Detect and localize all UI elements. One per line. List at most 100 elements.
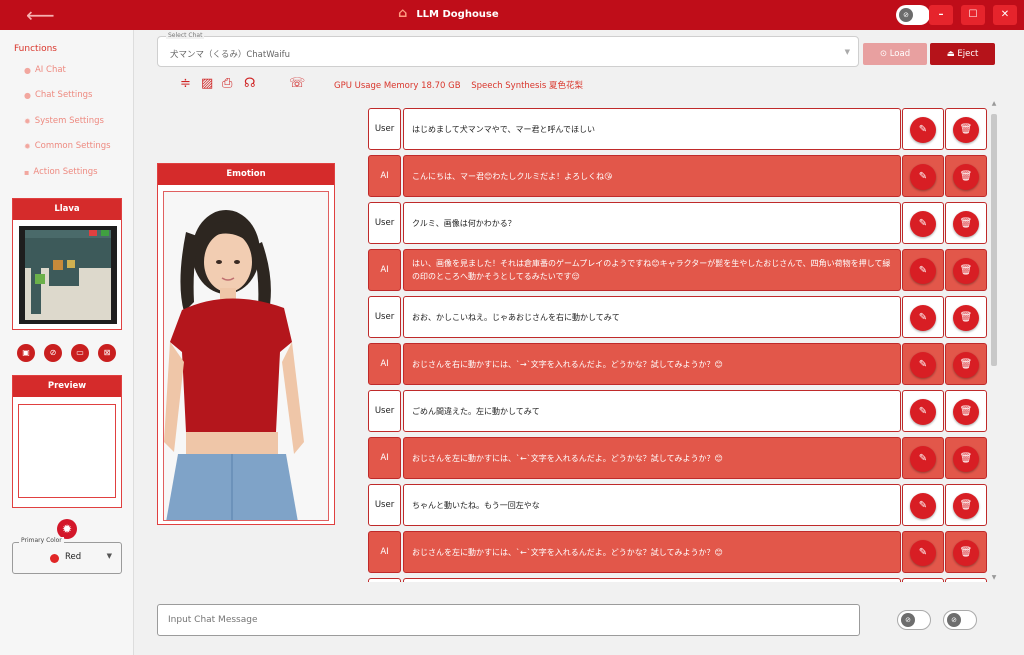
sidebar-item-chat-settings[interactable]: ● Chat Settings: [24, 90, 92, 100]
chat-select-label: Select Chat: [166, 32, 205, 39]
llava-panel-title: Llava: [13, 199, 121, 220]
role-label: User: [368, 202, 401, 244]
message-text: はい、画像を見ました！それは倉庫番のゲームプレイのようですね😊キャラクターが髭を…: [403, 249, 901, 291]
message-body: はじめまして犬マンマやで、マー君と呼んでほしい: [412, 124, 596, 134]
window-icon[interactable]: ▭: [71, 344, 89, 362]
theme-toggle[interactable]: ⊘: [896, 5, 930, 25]
edit-icon[interactable]: ✎: [910, 540, 936, 566]
edit-icon[interactable]: ✎: [910, 211, 936, 237]
message-body: おじさんを左に動かすには、`←`文字を入れるんだよ。どうかな？試してみようか？😊: [412, 453, 723, 463]
people-icon: ●: [24, 90, 31, 100]
message-text: [403, 578, 901, 582]
chat-input[interactable]: [157, 604, 860, 636]
chat-row: User おお、かしこいねえ。じゃあおじさんを右に動かしてみて ✎ 🗑: [368, 296, 990, 338]
edit-cell: ✎: [902, 343, 944, 385]
edit-icon[interactable]: ✎: [910, 352, 936, 378]
trash-icon[interactable]: 🗑: [953, 446, 979, 472]
chat-select-value: 犬マンマ（くるみ）ChatWaifu: [170, 50, 291, 60]
trash-icon[interactable]: 🗑: [953, 117, 979, 143]
arrow-left-icon[interactable]: ⟵: [26, 5, 55, 25]
trash-icon[interactable]: 🗑: [953, 258, 979, 284]
image-off-icon[interactable]: ⊠: [98, 344, 116, 362]
chat-row: User クルミ、画像は何かわかる？ ✎ 🗑: [368, 202, 990, 244]
maximize-button[interactable]: ☐: [961, 5, 985, 25]
gear-icon[interactable]: ✹: [57, 519, 77, 539]
title-bar: ⟵ ⌂ LLM Doghouse ⊘ – ☐ ✕: [0, 0, 1024, 30]
image-icon[interactable]: ▨: [201, 77, 213, 91]
emotion-panel: Emotion: [157, 163, 335, 525]
chat-scrollbar[interactable]: ▲ ▼: [990, 100, 998, 584]
role-label: [368, 578, 401, 582]
edit-icon[interactable]: ✎: [910, 446, 936, 472]
sidebar-item-action-settings[interactable]: ▪ Action Settings: [24, 167, 98, 177]
home-icon: ⌂: [398, 6, 408, 21]
load-button-label: Load: [889, 49, 911, 59]
speaker-toggle[interactable]: ⊘: [943, 610, 977, 630]
edit-cell: ✎: [902, 296, 944, 338]
chat-select[interactable]: Select Chat 犬マンマ（くるみ）ChatWaifu ▼: [157, 32, 859, 67]
screen-capture-icon[interactable]: ▣: [17, 344, 35, 362]
edit-icon[interactable]: ✎: [910, 258, 936, 284]
message-text: こんにちは、マー君😊わたしクルミだよ！よろしくね😘: [403, 155, 901, 197]
chevron-down-icon: ▼: [844, 48, 850, 56]
role-label: AI: [368, 531, 401, 573]
trash-icon[interactable]: 🗑: [953, 540, 979, 566]
scroll-up-icon[interactable]: ▲: [990, 100, 998, 108]
message-text: おじさんを右に動かすには、`→`文字を入れるんだよ。どうかな？試してみようか？😊: [403, 343, 901, 385]
voice-icon[interactable]: ☊: [244, 77, 256, 91]
sidebar-item-label: Action Settings: [33, 167, 98, 177]
app-window: ⟵ ⌂ LLM Doghouse ⊘ – ☐ ✕ Functions ● AI C…: [0, 0, 1024, 655]
load-button[interactable]: ⊙ Load: [863, 43, 927, 65]
emotion-panel-title: Emotion: [158, 164, 334, 185]
app-title: ⌂ LLM Doghouse: [398, 6, 499, 21]
message-body: はい、画像を見ました！それは倉庫番のゲームプレイのようですね😊キャラクターが髭を…: [412, 259, 891, 281]
trash-icon[interactable]: 🗑: [953, 399, 979, 425]
preview-panel-title: Preview: [13, 376, 121, 397]
edit-cell: ✎: [902, 202, 944, 244]
sidebar-item-ai-chat[interactable]: ● AI Chat: [24, 65, 66, 75]
trash-icon[interactable]: 🗑: [953, 211, 979, 237]
edit-icon[interactable]: ✎: [910, 399, 936, 425]
trash-icon[interactable]: 🗑: [953, 493, 979, 519]
scroll-thumb[interactable]: [991, 114, 997, 366]
message-text: ちゃんと動いたね。もう一回左やな: [403, 484, 901, 526]
app-title-text: LLM Doghouse: [416, 8, 499, 20]
preview-area: [18, 404, 116, 498]
mic-toggle[interactable]: ⊘: [897, 610, 931, 630]
timer-off-icon[interactable]: ⊘: [44, 344, 62, 362]
primary-color-select[interactable]: Primary Color Red ▼: [12, 537, 122, 574]
trash-icon[interactable]: 🗑: [953, 305, 979, 331]
chat-row: User はじめまして犬マンマやで、マー君と呼んでほしい ✎ 🗑: [368, 108, 990, 150]
character-illustration: [164, 192, 328, 520]
minimize-button[interactable]: –: [929, 5, 953, 25]
message-icon: ▪: [24, 167, 30, 177]
trash-icon[interactable]: 🗑: [953, 164, 979, 190]
edit-cell: ✎: [902, 437, 944, 479]
trash-icon[interactable]: 🗑: [953, 352, 979, 378]
llava-controls: ▣ ⊘ ▭ ⊠: [17, 344, 116, 362]
message-body: おじさんを左に動かすには、`←`文字を入れるんだよ。どうかな？試してみようか？😊: [412, 547, 723, 557]
sidebar-item-system-settings[interactable]: ✹ System Settings: [24, 116, 104, 126]
delete-cell: 🗑: [945, 249, 987, 291]
chat-bubble-icon: ●: [24, 65, 31, 75]
sidebar-item-common-settings[interactable]: ✹ Common Settings: [24, 141, 111, 151]
sidebar-item-label: Common Settings: [34, 141, 111, 151]
edit-cell: [902, 578, 944, 582]
close-button[interactable]: ✕: [993, 5, 1017, 25]
edit-icon[interactable]: ✎: [910, 164, 936, 190]
chat-row: AI おじさんを左に動かすには、`←`文字を入れるんだよ。どうかな？試してみよう…: [368, 531, 990, 573]
message-body: クルミ、画像は何かわかる？: [412, 218, 516, 228]
compress-icon[interactable]: ≑: [180, 77, 191, 91]
edit-icon[interactable]: ✎: [910, 493, 936, 519]
role-label: AI: [368, 437, 401, 479]
sidebar-item-label: Chat Settings: [34, 90, 93, 100]
eject-button[interactable]: ⏏ Eject: [930, 43, 995, 65]
sokoban-screenshot: [19, 226, 117, 324]
edit-icon[interactable]: ✎: [910, 117, 936, 143]
scroll-down-icon[interactable]: ▼: [990, 574, 998, 582]
edit-icon[interactable]: ✎: [910, 305, 936, 331]
edit-cell: ✎: [902, 390, 944, 432]
image-search-icon[interactable]: ⎙: [222, 77, 232, 91]
eject-icon: ⏏: [946, 49, 958, 59]
speaker-icon[interactable]: ☏: [289, 77, 305, 91]
